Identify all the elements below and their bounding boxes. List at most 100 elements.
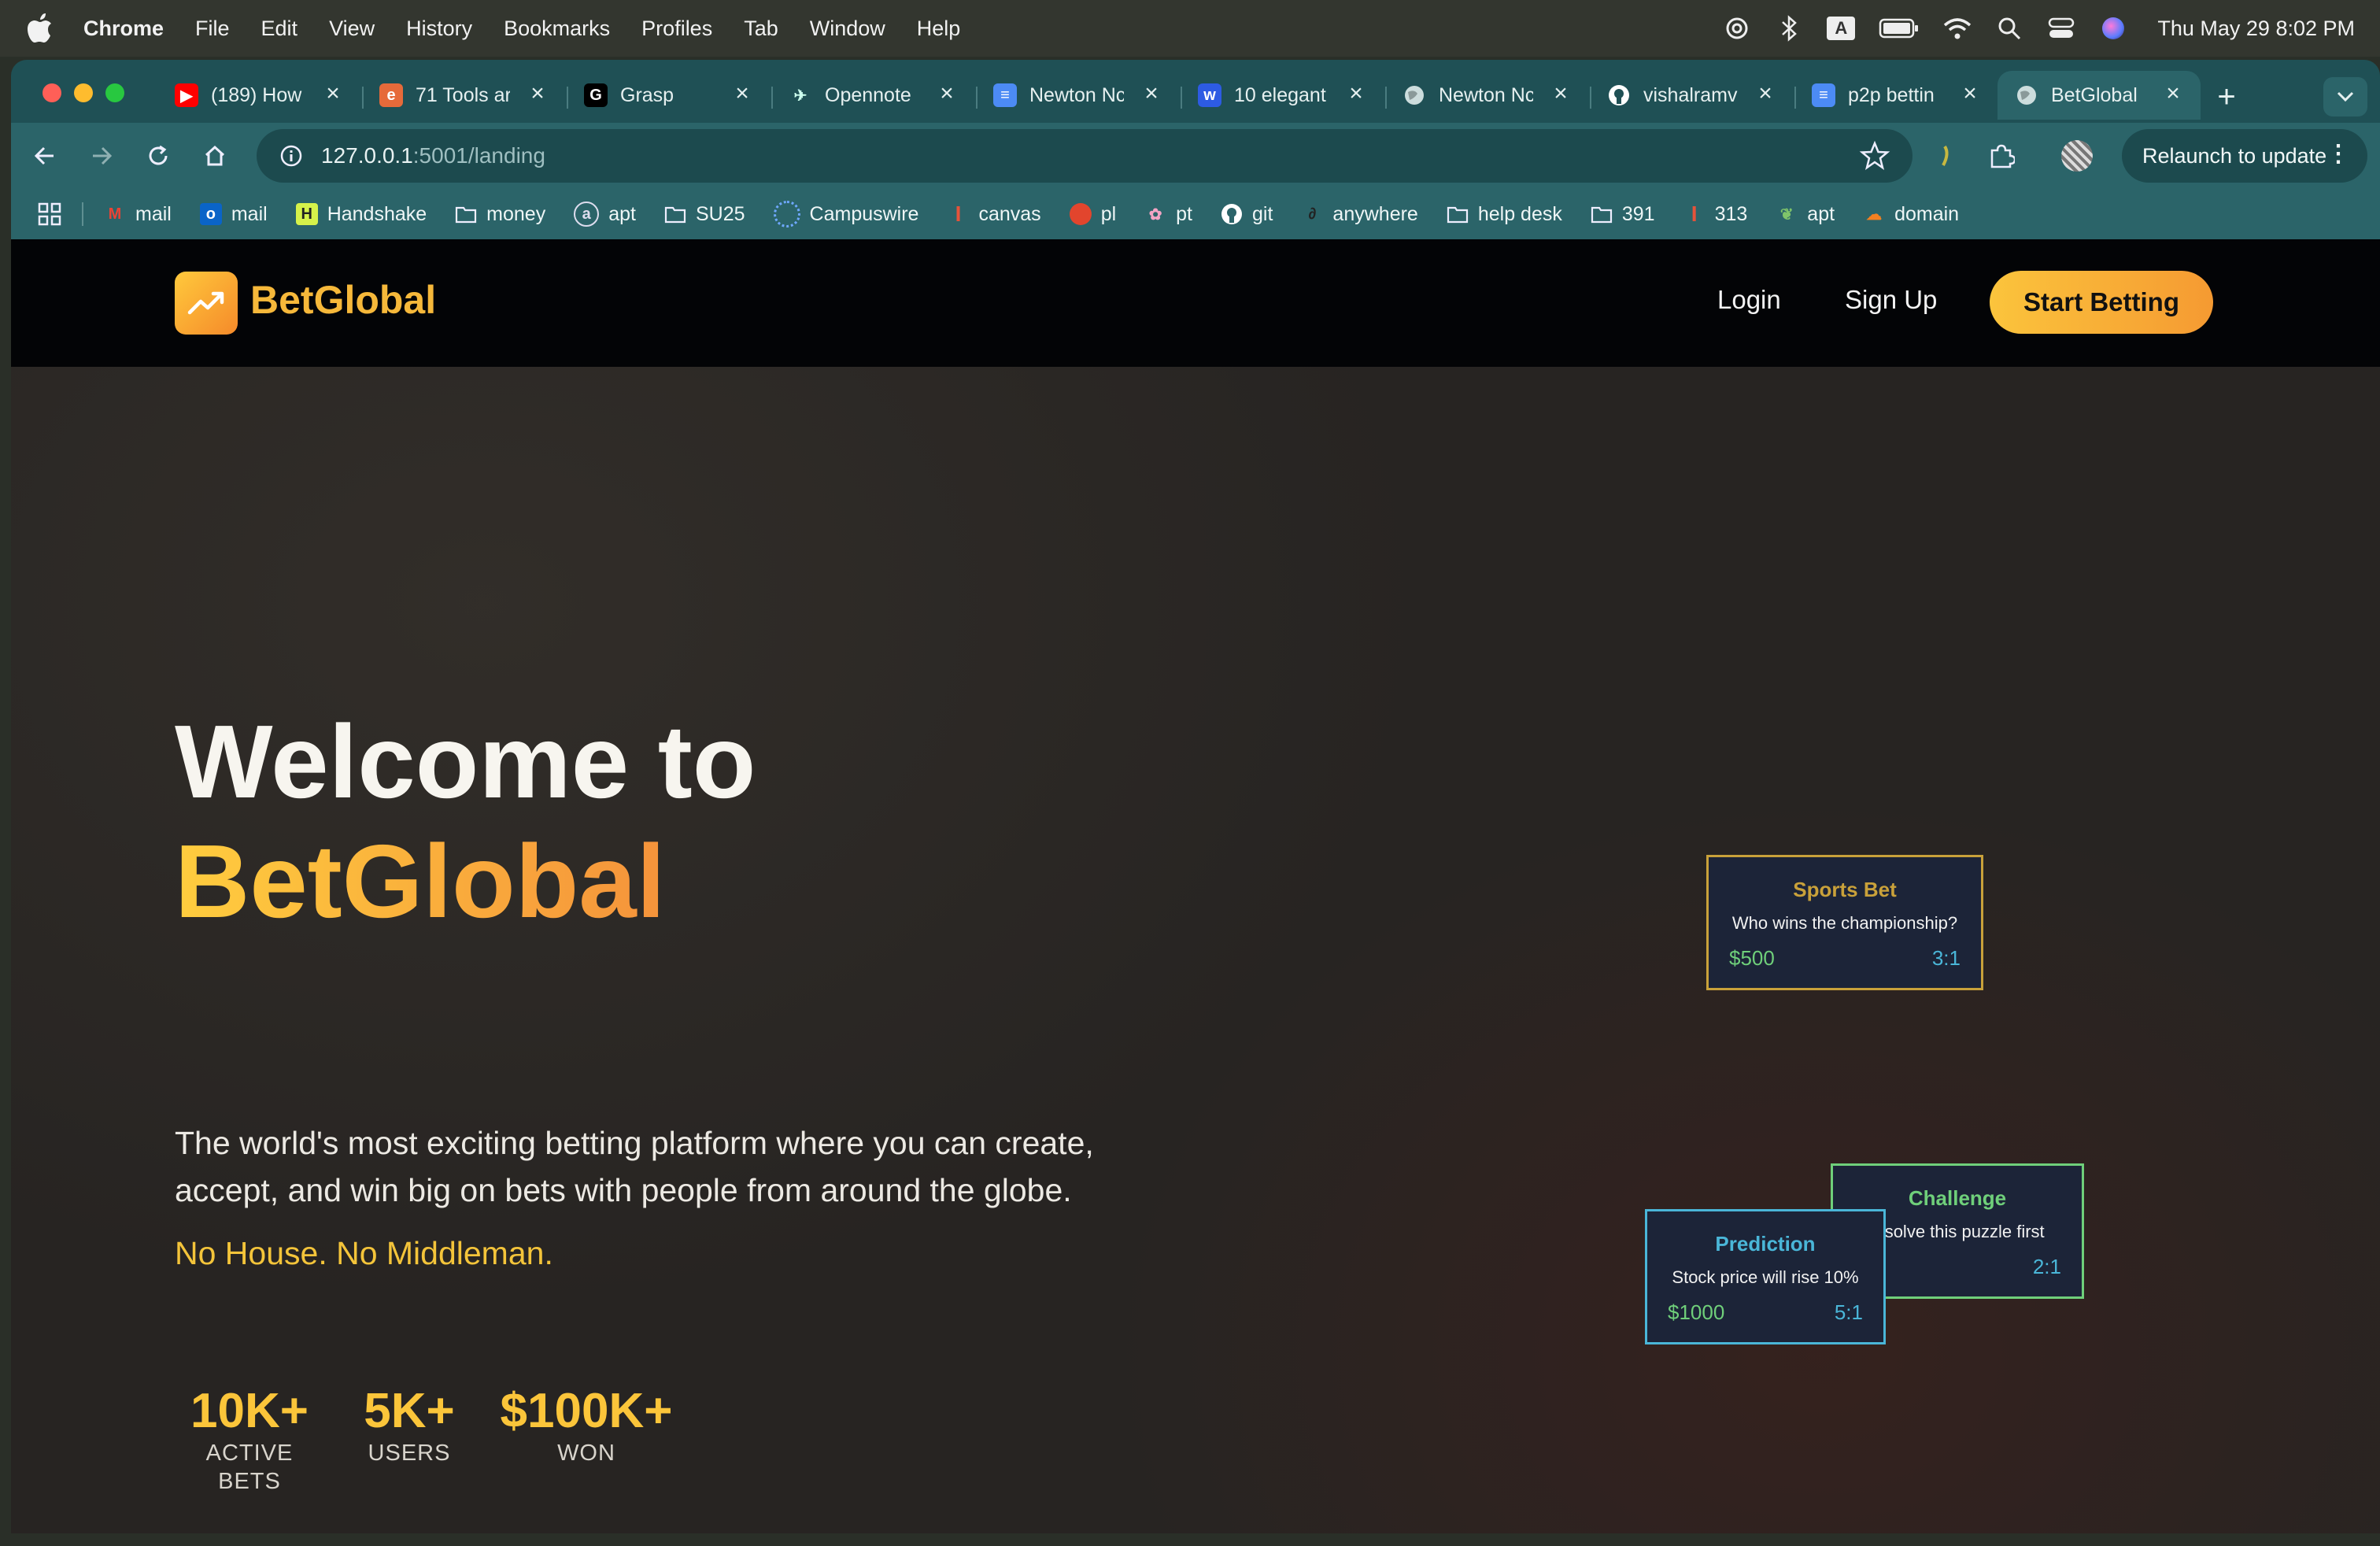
apple-icon[interactable] [27, 13, 58, 44]
bookmark-help-desk[interactable]: help desk [1447, 203, 1562, 226]
tab-tools[interactable]: e 71 Tools ar × [362, 71, 565, 120]
bookmark-mail-outlook[interactable]: o mail [199, 203, 268, 226]
close-icon[interactable]: × [1958, 82, 1982, 105]
chatgpt-icon[interactable] [1720, 11, 1754, 46]
pl-icon [1069, 203, 1092, 225]
more-menu-icon[interactable]: ⋮ [2326, 140, 2350, 168]
start-betting-button[interactable]: Start Betting [1990, 271, 2213, 334]
stat-won: $100K+ WON [488, 1384, 685, 1467]
tab-newton-doc[interactable]: ≡ Newton Nc × [976, 71, 1179, 120]
apps-grid-icon[interactable] [38, 202, 61, 226]
tab-search-button[interactable] [2323, 77, 2367, 117]
tab-opennote[interactable]: ✈ Opennote × [771, 71, 974, 120]
maximize-window-button[interactable] [105, 83, 124, 102]
menu-profiles[interactable]: Profiles [641, 17, 712, 41]
close-window-button[interactable] [42, 83, 61, 102]
siri-icon[interactable] [2096, 11, 2131, 46]
bookmark-label: 391 [1621, 202, 1655, 225]
reload-button[interactable] [139, 136, 178, 176]
trending-up-icon[interactable] [175, 272, 238, 335]
bookmark-391[interactable]: 391 [1591, 203, 1655, 226]
bookmark-git[interactable]: git [1221, 203, 1273, 226]
extension-icon[interactable] [1925, 136, 1964, 176]
close-icon[interactable]: × [1344, 82, 1368, 105]
menu-clock[interactable]: Thu May 29 8:02 PM [2157, 17, 2355, 41]
bookmark-star-icon[interactable] [1859, 140, 1890, 172]
menu-help[interactable]: Help [917, 17, 961, 41]
close-icon[interactable]: × [730, 82, 754, 105]
menu-view[interactable]: View [329, 17, 375, 41]
minimize-window-button[interactable] [74, 83, 93, 102]
input-source-icon[interactable]: A [1824, 11, 1858, 46]
menu-history[interactable]: History [406, 17, 472, 41]
close-icon[interactable]: × [2161, 82, 2185, 105]
bookmark-handshake[interactable]: H Handshake [295, 202, 427, 226]
tab-title: 10 elegant [1234, 83, 1326, 106]
login-link[interactable]: Login [1717, 285, 1781, 315]
tab-title: Newton Nc [1029, 83, 1124, 106]
wifi-icon[interactable] [1940, 11, 1975, 46]
tab-title: Grasp [620, 83, 674, 106]
prediction-card[interactable]: Prediction Stock price will rise 10% $10… [1645, 1209, 1886, 1344]
menu-app-name[interactable]: Chrome [83, 17, 164, 41]
tab-title: Opennote [825, 83, 911, 106]
bookmark-mail-gmail[interactable]: Mmail [104, 203, 172, 226]
menu-edit[interactable]: Edit [261, 17, 298, 41]
bluetooth-icon[interactable] [1772, 11, 1806, 46]
control-center-icon[interactable] [2044, 11, 2079, 46]
new-tab-button[interactable]: + [2207, 77, 2246, 117]
bookmark-campuswire[interactable]: Campuswire [773, 201, 918, 227]
pt-icon: ✿ [1148, 205, 1162, 224]
menu-window[interactable]: Window [810, 17, 885, 41]
tab-elegant[interactable]: w 10 elegant × [1181, 71, 1384, 120]
bookmark-anywhere[interactable]: ∂ anywhere [1301, 203, 1417, 226]
tab-p2p-doc[interactable]: ≡ p2p bettin × [1794, 71, 1998, 120]
home-button[interactable] [195, 136, 235, 176]
tab-github[interactable]: vishalramv × [1590, 71, 1793, 120]
site-info-icon[interactable] [275, 140, 307, 172]
bookmark-label: Handshake [327, 202, 427, 225]
bookmark-label: money [486, 202, 546, 225]
close-icon[interactable]: × [1140, 82, 1163, 105]
bookmark-apt[interactable]: a apt [574, 202, 636, 227]
tab-betglobal[interactable]: BetGlobal × [1998, 71, 2201, 120]
stat-users: 5K+ USERS [354, 1384, 464, 1467]
forward-button[interactable] [82, 136, 121, 176]
menu-bookmarks[interactable]: Bookmarks [504, 17, 610, 41]
campuswire-icon [773, 201, 800, 227]
menu-tab[interactable]: Tab [744, 17, 778, 41]
spotlight-search-icon[interactable] [1992, 11, 2027, 46]
bookmark-label: apt [1807, 202, 1835, 225]
close-icon[interactable]: × [935, 82, 959, 105]
relaunch-button[interactable]: Relaunch to update ⋮ [2122, 129, 2367, 183]
tab-newton-web[interactable]: Newton Nc × [1385, 71, 1588, 120]
bookmark-apt-2[interactable]: ❦ apt [1776, 203, 1835, 226]
brand-logo-text[interactable]: BetGlobal [250, 277, 436, 323]
close-icon[interactable]: × [1754, 82, 1777, 105]
address-bar[interactable]: 127.0.0.1:5001/landing [257, 129, 1913, 183]
bookmark-pt[interactable]: ✿ pt [1144, 203, 1192, 226]
bookmark-domain[interactable]: ☁ domain [1863, 203, 1959, 226]
back-button[interactable] [25, 136, 65, 176]
menu-file[interactable]: File [195, 17, 230, 41]
bookmark-canvas[interactable]: Icanvas [947, 202, 1041, 226]
close-icon[interactable]: × [321, 82, 345, 105]
bookmark-label: pl [1100, 202, 1117, 225]
battery-icon[interactable] [1876, 11, 1923, 46]
extensions-puzzle-icon[interactable] [1982, 136, 2021, 176]
close-icon[interactable]: × [526, 82, 549, 105]
sports-bet-card[interactable]: Sports Bet Who wins the championship? $5… [1706, 855, 1983, 990]
tab-youtube[interactable]: ▶ (189) How × [157, 71, 360, 120]
bookmark-pl[interactable]: pl [1069, 202, 1117, 226]
signup-link[interactable]: Sign Up [1845, 285, 1937, 315]
bookmark-su25[interactable]: SU25 [664, 203, 745, 226]
tab-strip: ▶ (189) How × e 71 Tools ar × G Grasp × … [11, 60, 2380, 123]
github-icon [1607, 83, 1631, 107]
hero-tagline: No House. No Middleman. [175, 1235, 553, 1271]
tab-grasp[interactable]: G Grasp × [567, 71, 770, 120]
bookmark-313[interactable]: I 313 [1683, 202, 1748, 226]
profile-avatar-icon[interactable] [2057, 136, 2097, 176]
url-text[interactable]: 127.0.0.1:5001/landing [321, 143, 545, 168]
close-icon[interactable]: × [1549, 82, 1572, 105]
bookmark-money[interactable]: money [455, 203, 545, 226]
